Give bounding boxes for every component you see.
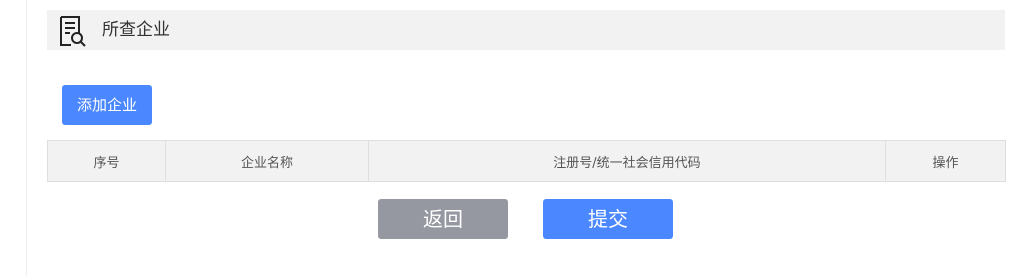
section-title: 所查企业 — [102, 20, 170, 40]
submit-button[interactable]: 提交 — [543, 199, 673, 239]
company-table: 序号 企业名称 注册号/统一社会信用代码 操作 — [47, 140, 1006, 182]
page-left-border — [26, 0, 27, 276]
column-header-index: 序号 — [47, 140, 166, 182]
column-header-actions: 操作 — [885, 140, 1006, 182]
document-search-icon — [57, 15, 89, 47]
column-header-registration-code: 注册号/统一社会信用代码 — [368, 140, 886, 182]
back-button[interactable]: 返回 — [378, 199, 508, 239]
column-header-company-name: 企业名称 — [165, 140, 369, 182]
table-header-row: 序号 企业名称 注册号/统一社会信用代码 操作 — [47, 140, 1006, 182]
add-company-button[interactable]: 添加企业 — [62, 85, 152, 125]
section-header: 所查企业 — [47, 10, 1005, 50]
